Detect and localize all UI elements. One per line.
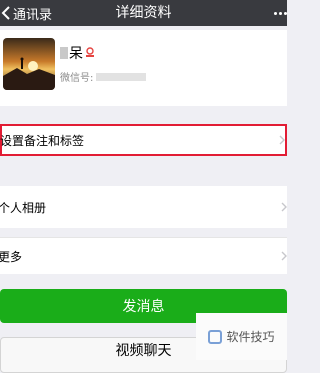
personal-album-row[interactable]: 个人相册 <box>0 186 287 228</box>
chevron-right-icon <box>281 202 287 212</box>
avatar[interactable] <box>3 38 55 90</box>
watermark: 软件技巧 <box>196 313 287 360</box>
personal-album-label: 个人相册 <box>0 200 47 215</box>
contact-name: 呆 <box>69 46 83 62</box>
navigation-bar: 通讯录 详细资料 <box>0 0 287 26</box>
set-remark-and-tags-row[interactable]: 设置备注和标签 <box>0 124 287 156</box>
name-row: 呆 <box>60 44 95 62</box>
more-row[interactable]: 更多 <box>0 238 287 274</box>
set-remark-and-tags-label: 设置备注和标签 <box>0 133 85 148</box>
page-title: 详细资料 <box>115 5 172 21</box>
more-dots-icon[interactable] <box>267 0 287 26</box>
watermark-logo-icon <box>208 329 223 344</box>
chevron-right-icon <box>281 251 287 261</box>
chevron-right-icon <box>279 135 285 145</box>
more-label: 更多 <box>0 249 23 264</box>
name-redaction <box>60 47 68 59</box>
watermark-text: 软件技巧 <box>226 330 275 344</box>
wechat-id-label: 微信号: <box>60 73 94 84</box>
wechat-id-row: 微信号: <box>60 69 147 84</box>
profile-card: 呆 微信号: <box>0 30 287 106</box>
female-icon <box>86 47 94 57</box>
wechat-id-redaction <box>96 72 147 81</box>
